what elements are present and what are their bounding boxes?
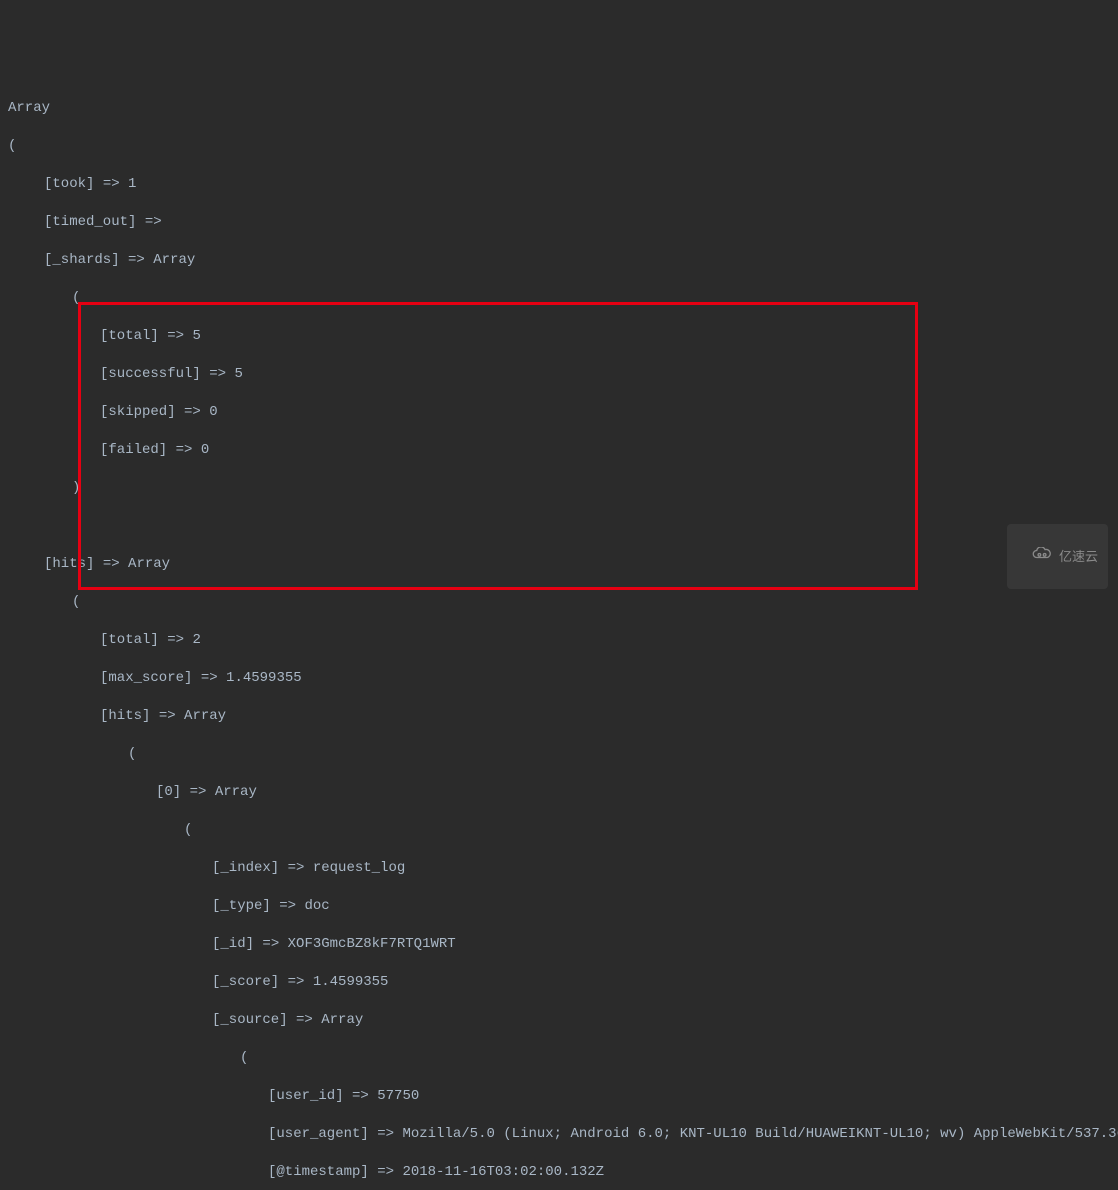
paren-open: (: [8, 821, 1110, 840]
hits-maxscore: [max_score] => 1.4599355: [8, 669, 1110, 688]
paren-open: (: [8, 289, 1110, 308]
id-line: [_id] => XOF3GmcBZ8kF7RTQ1WRT: [8, 935, 1110, 954]
took-line: [took] => 1: [8, 175, 1110, 194]
paren-open: (: [8, 593, 1110, 612]
score-line: [_score] => 1.4599355: [8, 973, 1110, 992]
watermark-text: 亿速云: [1059, 547, 1098, 566]
hits-total: [total] => 2: [8, 631, 1110, 650]
shards-total: [total] => 5: [8, 327, 1110, 346]
paren-open: (: [8, 1049, 1110, 1068]
type-line: [_type] => doc: [8, 897, 1110, 916]
code-block: Array ( [took] => 1 [timed_out] => [_sha…: [8, 80, 1110, 1190]
array-root: Array: [8, 99, 1110, 118]
useragent-line: [user_agent] => Mozilla/5.0 (Linux; Andr…: [8, 1125, 1110, 1144]
shards-line: [_shards] => Array: [8, 251, 1110, 270]
userid-line: [user_id] => 57750: [8, 1087, 1110, 1106]
index-line: [_index] => request_log: [8, 859, 1110, 878]
timed-out-line: [timed_out] =>: [8, 213, 1110, 232]
paren-close: ): [8, 479, 1110, 498]
paren-open: (: [8, 137, 1110, 156]
source-line: [_source] => Array: [8, 1011, 1110, 1030]
cloud-icon: [1017, 528, 1053, 585]
shards-failed: [failed] => 0: [8, 441, 1110, 460]
watermark: 亿速云: [1007, 524, 1108, 589]
inner-hits-line: [hits] => Array: [8, 707, 1110, 726]
shards-successful: [successful] => 5: [8, 365, 1110, 384]
paren-open: (: [8, 745, 1110, 764]
item0-line: [0] => Array: [8, 783, 1110, 802]
timestamp-line: [@timestamp] => 2018-11-16T03:02:00.132Z: [8, 1163, 1110, 1182]
hits-line: [hits] => Array: [8, 555, 1110, 574]
shards-skipped: [skipped] => 0: [8, 403, 1110, 422]
blank-line: [8, 517, 1110, 536]
